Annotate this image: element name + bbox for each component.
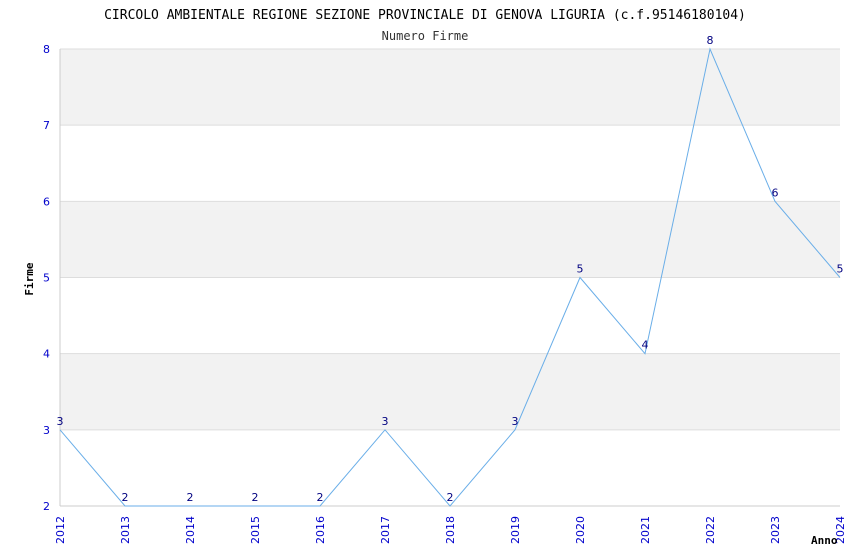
line-chart: CIRCOLO AMBIENTALE REGIONE SEZIONE PROVI… [23,8,847,547]
x-tick-label: 2022 [704,516,717,544]
data-label: 2 [187,491,194,504]
data-label: 3 [512,415,519,428]
x-tick-label: 2018 [444,516,457,544]
data-label: 6 [772,186,779,199]
x-tick-label: 2012 [54,516,67,544]
grid-bands [60,49,840,430]
x-axis-label: Anno [811,534,838,547]
y-axis-label: Firme [23,262,36,295]
x-tick-label: 2023 [769,516,782,544]
y-tick-label: 5 [43,272,50,285]
x-tick-label: 2017 [379,516,392,544]
y-tick-label: 6 [43,195,50,208]
data-label: 2 [317,491,324,504]
chart-title: CIRCOLO AMBIENTALE REGIONE SEZIONE PROVI… [104,8,746,23]
y-tick-label: 2 [43,500,50,513]
y-tick-label: 7 [43,119,50,132]
x-tick-label: 2015 [249,516,262,544]
data-label: 8 [707,34,714,47]
x-tick-label: 2014 [184,516,197,544]
data-label: 2 [122,491,129,504]
data-label: 3 [382,415,389,428]
data-label: 4 [642,339,649,352]
chart-subtitle: Numero Firme [382,29,469,43]
data-label: 5 [837,263,844,276]
x-tick-label: 2021 [639,516,652,544]
grid-band [60,49,840,126]
data-label: 3 [57,415,64,428]
y-tick-label: 4 [43,348,50,361]
grid-band [60,201,840,278]
y-tick-label: 8 [43,43,50,56]
data-label: 5 [577,263,584,276]
grid-band [60,353,840,430]
data-label: 2 [252,491,259,504]
x-tick-label: 2013 [119,516,132,544]
y-tick-labels: 2 3 4 5 6 7 8 [43,43,50,513]
data-label: 2 [447,491,454,504]
y-tick-label: 3 [43,424,50,437]
x-tick-label: 2019 [509,516,522,544]
x-tick-labels: 2012 2013 2014 2015 2016 2017 2018 2019 2020 2021… [54,516,847,544]
x-tick-label: 2016 [314,516,327,544]
x-tick-label: 2020 [574,516,587,544]
